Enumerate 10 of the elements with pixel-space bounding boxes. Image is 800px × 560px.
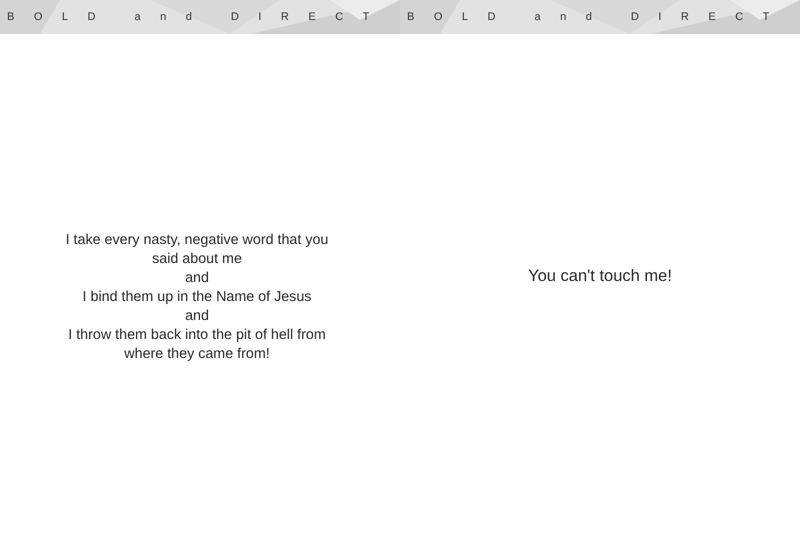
body-text-line: I bind them up in the Name of Jesus	[82, 288, 312, 306]
body-text-line: said about me	[152, 250, 242, 268]
body-text-line: You can't touch me!	[528, 266, 672, 286]
body-text-line: where they came from!	[124, 344, 270, 364]
header-title: BOLD and DIRECT	[7, 10, 389, 24]
body-text-line: I take every nasty, negative word that you	[66, 230, 328, 250]
body-text-line: and	[185, 306, 209, 326]
header-title: BOLD and DIRECT	[407, 10, 789, 24]
body-text-line: I throw them back into the pit of hell from	[68, 326, 326, 344]
body-text-line: and	[185, 268, 209, 288]
